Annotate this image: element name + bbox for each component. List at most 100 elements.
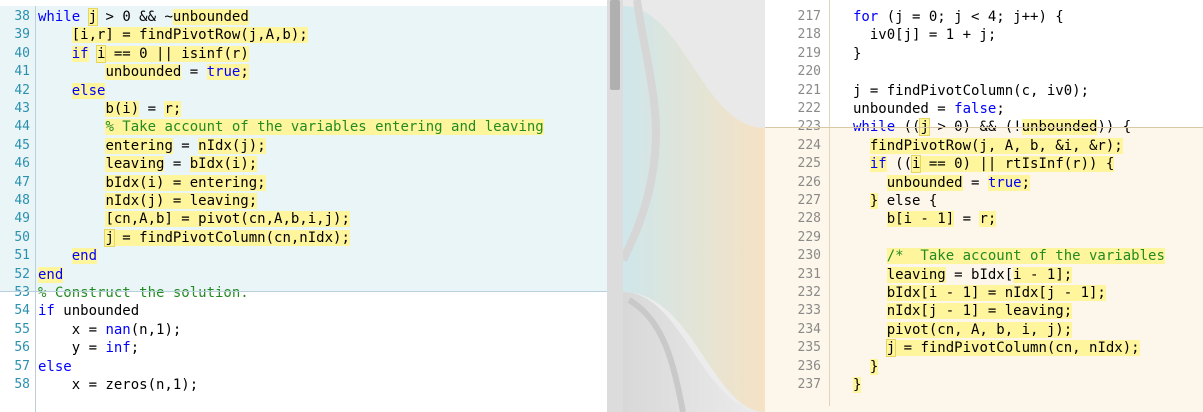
code-token: = <box>181 64 207 81</box>
code-line[interactable]: 54 if unbounded <box>0 302 607 320</box>
code-line[interactable]: 51 end <box>0 247 607 265</box>
code-token: leaving <box>886 266 946 283</box>
code-line[interactable]: 231 leaving = bIdx[i - 1]; <box>765 266 1203 284</box>
code-token: if <box>71 45 89 62</box>
code-token: pivot(cn, A, b, i, j); <box>886 321 1073 338</box>
code-line[interactable]: 46 leaving = bIdx(i); <box>0 155 607 173</box>
code-line[interactable]: 226 unbounded = true; <box>765 174 1203 192</box>
code-line[interactable]: 233 nIdx[j - 1] = leaving; <box>765 302 1203 320</box>
code-token: = <box>164 156 190 173</box>
code-text: else <box>38 82 106 100</box>
code-line[interactable]: 42 else <box>0 82 607 100</box>
code-text: else <box>38 358 72 376</box>
code-text: } else { <box>853 192 937 210</box>
code-token: % Construct the solution. <box>38 285 249 301</box>
code-line[interactable]: 50 j = findPivotColumn(cn,nIdx); <box>0 228 607 247</box>
code-line[interactable]: 44 % Take account of the variables enter… <box>0 118 607 136</box>
line-number: 50 <box>14 229 30 245</box>
code-line[interactable]: 234 pivot(cn, A, b, i, j); <box>765 321 1203 339</box>
code-line[interactable]: 55 x = nan(n,1); <box>0 321 607 339</box>
code-token: nIdx(j) = leaving; <box>105 193 258 209</box>
code-line[interactable]: 217 for (j = 0; j < 4; j++) { <box>765 8 1203 26</box>
code-token: findPivotRow(j, A, b, &i, &r); <box>869 137 1123 154</box>
code-line[interactable]: 225 if ((i == 0) || rtIsInf(r)) { <box>765 155 1203 174</box>
line-number: 39 <box>14 27 30 43</box>
code-token: ; <box>987 211 997 228</box>
line-number: 51 <box>14 248 30 264</box>
code-token: end <box>71 248 98 265</box>
code-token: j = findPivotColumn(c, iv0); <box>853 82 1090 99</box>
code-token: entering <box>105 137 173 154</box>
code-token: } <box>853 377 862 393</box>
line-number: 233 <box>797 303 821 319</box>
code-token: r <box>979 211 988 228</box>
code-line[interactable]: 38 while j > 0 && ~unbounded <box>0 8 607 26</box>
code-line[interactable]: 237} <box>765 376 1203 394</box>
code-line[interactable]: 48 nIdx(j) = leaving; <box>0 192 607 210</box>
code-line[interactable]: 56 y = inf; <box>0 339 607 357</box>
code-token: j <box>87 8 99 26</box>
code-line[interactable]: 40 if i == 0 || isinf(r) <box>0 44 607 63</box>
code-text: bIdx(i) = entering; <box>38 174 266 192</box>
code-text: if unbounded <box>38 302 139 320</box>
code-token: nIdx(j) <box>198 137 258 154</box>
code-line[interactable]: 229 <box>765 229 1203 247</box>
line-number: 229 <box>797 229 821 245</box>
code-text: end <box>38 247 98 265</box>
code-token: [i,r] = findPivotRow(j,A,b); <box>71 27 308 44</box>
code-line[interactable]: 235 j = findPivotColumn(cn, nIdx); <box>765 339 1203 358</box>
code-text: /* Take account of the variables <box>853 247 1165 265</box>
code-line[interactable]: 219} <box>765 45 1203 63</box>
code-line[interactable]: 222 unbounded = false; <box>765 100 1203 118</box>
code-line[interactable]: 53 % Construct the solution. <box>0 284 607 302</box>
code-text: pivot(cn, A, b, i, j); <box>853 321 1073 339</box>
c-code-pane[interactable]: 217 for (j = 0; j < 4; j++) {218 iv0[j] =… <box>765 0 1203 412</box>
code-line[interactable]: 221 j = findPivotColumn(c, iv0); <box>765 82 1203 100</box>
line-number: 222 <box>797 101 821 116</box>
scrollbar-thumb[interactable] <box>610 0 620 90</box>
code-line[interactable]: 236 } <box>765 358 1203 376</box>
code-token: nIdx[j - 1] = leaving; <box>886 303 1073 320</box>
code-line[interactable]: 228 b[i - 1] = r; <box>765 210 1203 228</box>
left-scrollbar[interactable] <box>607 0 623 412</box>
code-line[interactable]: 230 /* Take account of the variables <box>765 247 1203 265</box>
code-text: unbounded = false; <box>853 100 1005 118</box>
matlab-code-pane[interactable]: 38 while j > 0 && ~unbounded 39 [i,r] = fi… <box>0 0 607 412</box>
code-token: true <box>206 64 241 81</box>
code-line[interactable]: 232 bIdx[i - 1] = nIdx[j - 1]; <box>765 284 1203 302</box>
code-line[interactable]: 47 bIdx(i) = entering; <box>0 174 607 192</box>
code-token: unbounded <box>105 64 182 81</box>
code-line[interactable]: 41 unbounded = true; <box>0 63 607 81</box>
code-line[interactable]: 49 [cn,A,b] = pivot(cn,A,b,i,j); <box>0 210 607 228</box>
line-number: 53 <box>14 285 30 300</box>
code-line[interactable]: 218 iv0[j] = 1 + j; <box>765 26 1203 44</box>
line-number: 221 <box>797 82 821 98</box>
code-token: ; <box>1021 174 1031 191</box>
code-line[interactable]: 39 [i,r] = findPivotRow(j,A,b); <box>0 26 607 44</box>
line-number: 226 <box>797 174 821 190</box>
code-line[interactable]: 45 entering = nIdx(j); <box>0 137 607 155</box>
code-line[interactable]: 58 x = zeros(n,1); <box>0 376 607 394</box>
code-token: ; <box>257 137 266 154</box>
code-token: = findPivotColumn(cn, nIdx); <box>895 340 1140 357</box>
code-token: = bIdx[ <box>945 266 1014 283</box>
code-text: } <box>853 376 862 394</box>
code-line[interactable]: 220 <box>765 63 1203 81</box>
code-line[interactable]: 52 end <box>0 266 607 284</box>
code-text: leaving = bIdx[i - 1]; <box>853 266 1073 284</box>
code-line[interactable]: 43 b(i) = r; <box>0 100 607 118</box>
line-number: 217 <box>797 9 821 24</box>
code-line[interactable]: 57 else <box>0 358 607 376</box>
line-number: 43 <box>14 101 30 116</box>
code-text: entering = nIdx(j); <box>38 137 266 155</box>
line-number: 40 <box>14 45 30 61</box>
code-token: else <box>38 358 72 375</box>
code-line[interactable]: 224 findPivotRow(j, A, b, &i, &r); <box>765 137 1203 155</box>
code-line[interactable]: 227 } else { <box>765 192 1203 210</box>
line-number: 225 <box>797 156 821 172</box>
